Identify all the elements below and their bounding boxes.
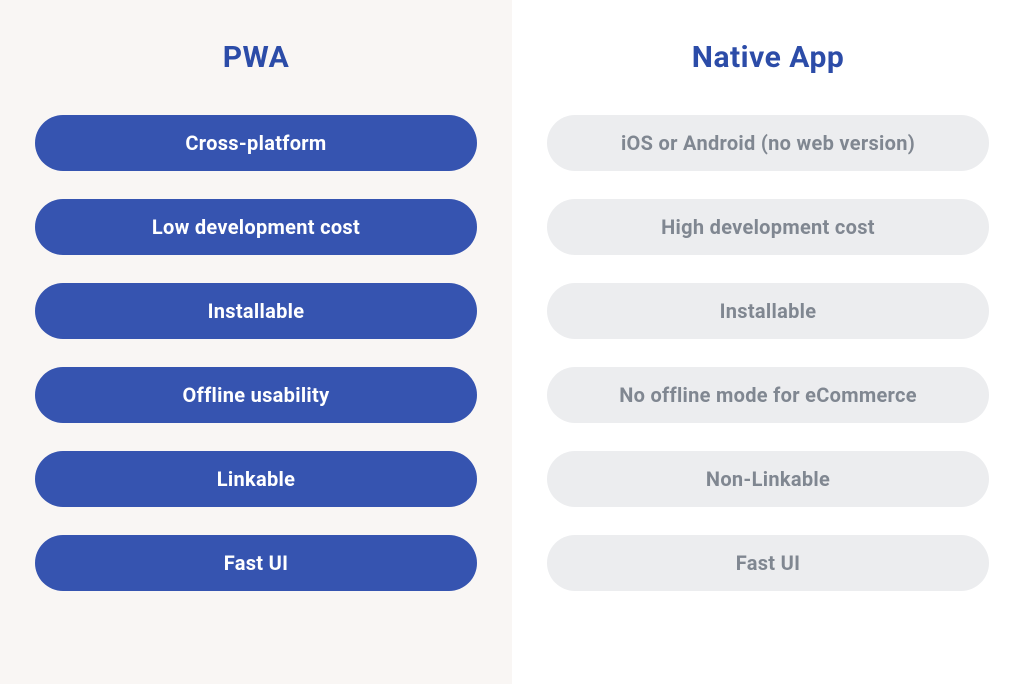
pwa-feature-pill: Fast UI [35, 535, 477, 591]
pwa-feature-list: Cross-platform Low development cost Inst… [35, 115, 477, 591]
native-app-feature-pill: No offline mode for eCommerce [547, 367, 989, 423]
pwa-feature-pill: Installable [35, 283, 477, 339]
native-app-feature-list: iOS or Android (no web version) High dev… [547, 115, 989, 591]
native-app-feature-pill: Non-Linkable [547, 451, 989, 507]
pwa-feature-pill: Offline usability [35, 367, 477, 423]
native-app-heading: Native App [692, 40, 844, 75]
native-app-feature-pill: iOS or Android (no web version) [547, 115, 989, 171]
native-app-feature-pill: Installable [547, 283, 989, 339]
native-app-feature-pill: Fast UI [547, 535, 989, 591]
pwa-feature-pill: Low development cost [35, 199, 477, 255]
native-app-feature-pill: High development cost [547, 199, 989, 255]
native-app-column: Native App iOS or Android (no web versio… [512, 0, 1024, 684]
pwa-heading: PWA [223, 40, 290, 75]
pwa-feature-pill: Cross-platform [35, 115, 477, 171]
pwa-column: PWA Cross-platform Low development cost … [0, 0, 512, 684]
pwa-feature-pill: Linkable [35, 451, 477, 507]
